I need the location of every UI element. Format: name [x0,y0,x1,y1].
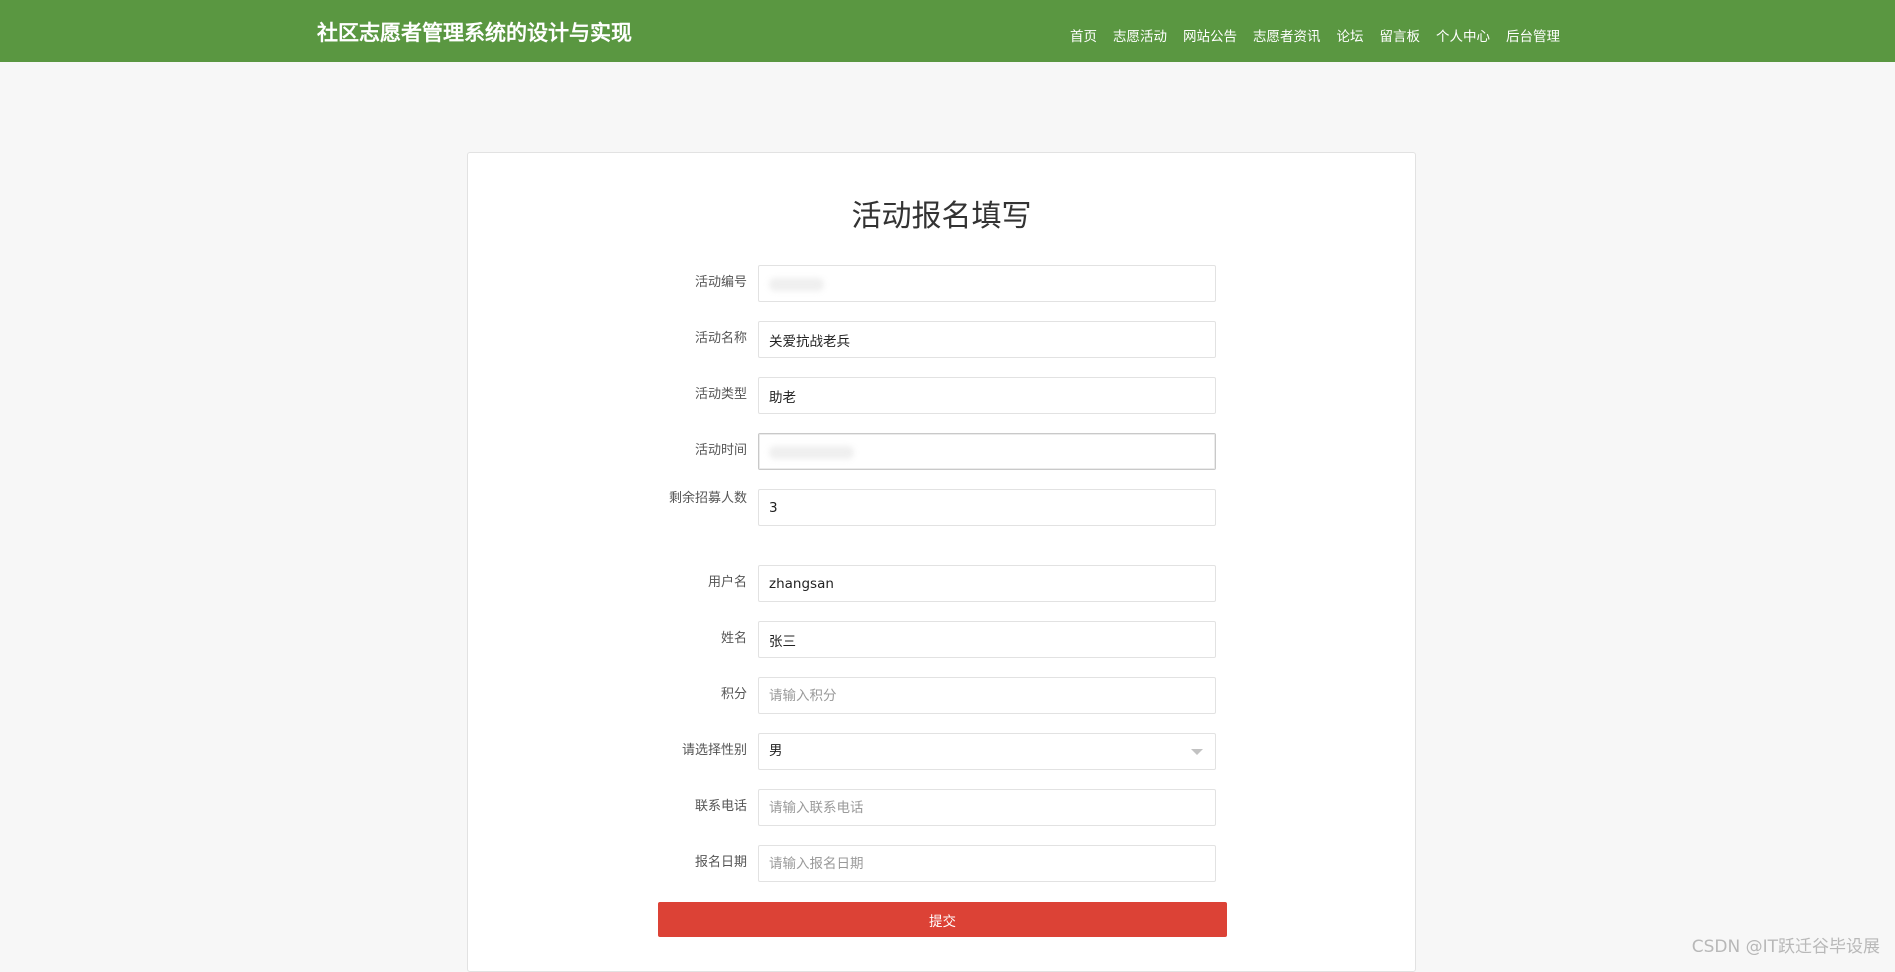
phone-label: 联系电话 [694,799,747,814]
site-title[interactable]: 社区志愿者管理系统的设计与实现 [317,17,632,47]
signup-date-label: 报名日期 [694,855,747,870]
nav-message-board[interactable]: 留言板 [1380,25,1421,45]
gender-label: 请选择性别 [681,743,747,758]
activity-id-field[interactable] [758,265,1216,302]
name-field[interactable] [758,621,1216,658]
gender-select[interactable]: 男 [758,733,1216,770]
nav-volunteer-activities[interactable]: 志愿活动 [1113,25,1167,45]
top-navbar: 社区志愿者管理系统的设计与实现 首页 志愿活动 网站公告 志愿者资讯 论坛 留言… [0,0,1895,62]
points-label: 积分 [720,687,747,702]
signup-date-field[interactable] [758,845,1216,882]
activity-type-label: 活动类型 [694,387,747,402]
activity-id-label: 活动编号 [694,275,747,290]
nav-admin[interactable]: 后台管理 [1506,25,1560,45]
activity-time-field[interactable] [758,433,1216,470]
nav-volunteer-news[interactable]: 志愿者资讯 [1253,25,1321,45]
name-label: 姓名 [720,631,747,646]
main-nav: 首页 志愿活动 网站公告 志愿者资讯 论坛 留言板 个人中心 后台管理 [1054,25,1560,45]
form-title: 活动报名填写 [851,199,1032,234]
redacted-value [769,446,854,459]
username-field[interactable] [758,565,1216,602]
activity-type-field[interactable] [758,377,1216,414]
nav-forum[interactable]: 论坛 [1337,25,1364,45]
submit-button[interactable]: 提交 [658,902,1227,937]
signup-form-card: 活动报名填写 活动编号 活动名称 活动类型 活动时间 剩余招募人数 用户名 姓名 [467,152,1416,972]
remaining-quota-label: 剩余招募人数 [668,491,747,506]
phone-field[interactable] [758,789,1216,826]
gender-selected-value: 男 [769,743,783,759]
activity-time-label: 活动时间 [694,443,747,458]
nav-announcements[interactable]: 网站公告 [1183,25,1237,45]
activity-name-label: 活动名称 [694,331,747,346]
activity-name-field[interactable] [758,321,1216,358]
remaining-quota-field[interactable] [758,489,1216,526]
chevron-down-icon [1191,749,1203,755]
redacted-value [769,278,824,291]
nav-home[interactable]: 首页 [1070,25,1097,45]
nav-personal-center[interactable]: 个人中心 [1436,25,1490,45]
watermark: CSDN @IT跃迁谷毕设展 [1691,937,1880,957]
points-field[interactable] [758,677,1216,714]
username-label: 用户名 [707,575,747,590]
